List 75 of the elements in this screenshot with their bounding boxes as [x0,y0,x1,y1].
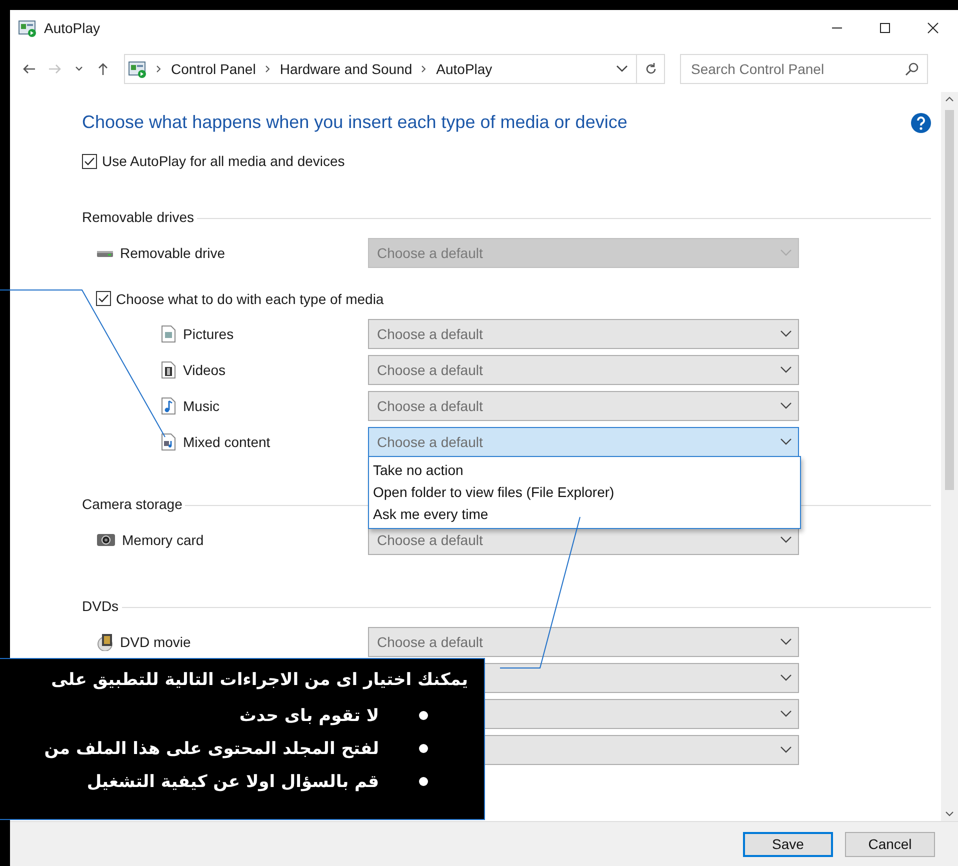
page-heading: Choose what happens when you insert each type of media or device [82,112,628,133]
breadcrumb-link[interactable]: Control Panel [171,61,256,77]
media-label: Videos [183,362,226,378]
dropdown[interactable]: Choose a default [368,355,799,385]
media-label: Mixed content [183,434,270,450]
maximize-icon [879,22,891,34]
dropdown[interactable]: Choose a default [368,391,799,421]
music-file-icon [160,397,177,415]
breadcrumb-link[interactable]: Hardware and Sound [280,61,412,77]
window-title: AutoPlay [44,20,100,36]
dropdown[interactable]: Choose a default [368,627,799,657]
close-icon [927,22,939,34]
dropdown-caret-icon [780,710,792,718]
picture-file-icon [160,325,177,343]
film-disc-icon [96,633,114,651]
scrollbar-thumb[interactable] [945,110,954,490]
address-bar[interactable]: Control Panel Hardware and Sound AutoPlay [124,54,637,84]
dropdown[interactable]: Choose a default [368,319,799,349]
search-field[interactable]: Search Control Panel [680,54,928,84]
checkmark-icon [84,156,95,166]
bullet-dot [419,711,428,720]
dropdown-caret-icon [780,366,792,374]
dropdown-caret-icon [780,536,792,544]
bullet-dot [419,777,428,786]
media-label: Memory card [122,532,204,548]
breadcrumb-link[interactable]: AutoPlay [436,61,492,77]
forward-arrow-icon [48,62,62,76]
search-icon [905,62,919,76]
media-label: DVD movie [120,634,191,650]
dropdown-option[interactable]: Open folder to view files (File Explorer) [369,481,800,503]
chevron-right-icon [155,64,163,74]
footer-button[interactable]: Cancel [845,832,935,856]
dropdown-caret-icon [780,674,792,682]
checkmark-icon [98,294,109,303]
media-label: Music [183,398,220,414]
up-arrow-icon [96,62,110,76]
camera-icon [96,531,116,549]
media-label: Pictures [183,326,234,342]
media-label: Removable drive [120,245,226,261]
footer-button[interactable]: Save [743,832,833,856]
bullet-dot [419,744,428,753]
dropdown-caret-icon [780,402,792,410]
autoplay-app-icon [18,19,37,37]
scrollbar[interactable] [941,92,958,821]
dropdown-option[interactable]: Ask me every time [369,503,800,525]
dropdown-caret-icon [780,746,792,754]
callout-item: لا تقوم باى حدث [239,706,379,726]
callout-title: يمكنك اختيار اى من الاجراءات التالية للتطبيق على [50,669,468,692]
dropdown-caret-icon [780,330,792,338]
back-arrow-button[interactable] [22,62,36,76]
dropdown-caret-icon [616,64,628,74]
dropdown-caret-icon [780,249,792,257]
callout-item: لفتح المجلد المحتوى على هذا الملف من [44,738,379,758]
back-arrow-icon [22,62,36,76]
chevron-right-icon [420,64,428,74]
scroll-down-icon[interactable] [945,811,954,817]
section-title: DVDs [82,598,119,614]
mixed-file-icon [160,433,177,451]
checkbox[interactable]: Use AutoPlay for all media and devices [82,153,931,169]
refresh-icon [644,62,658,76]
autoplay-location-icon [128,60,147,78]
dropdown-caret-icon [780,438,792,446]
refresh-button[interactable] [637,54,665,84]
chevron-right-icon [264,64,272,74]
dropdown-caret-icon [780,638,792,646]
up-arrow-button[interactable] [96,62,110,76]
checkbox[interactable]: Choose what to do with each type of media [96,290,384,306]
video-file-icon [160,361,177,379]
section-title: Camera storage [82,496,182,512]
callout-item: قم بالسؤال اولا عن كيفية التشغيل [86,772,379,792]
help-icon[interactable] [911,112,931,132]
scroll-up-icon[interactable] [945,96,954,102]
section-title: Removable drives [82,209,194,225]
dropdown-option[interactable]: Take no action [369,459,800,481]
dropdown[interactable]: Choose a default [368,427,799,457]
